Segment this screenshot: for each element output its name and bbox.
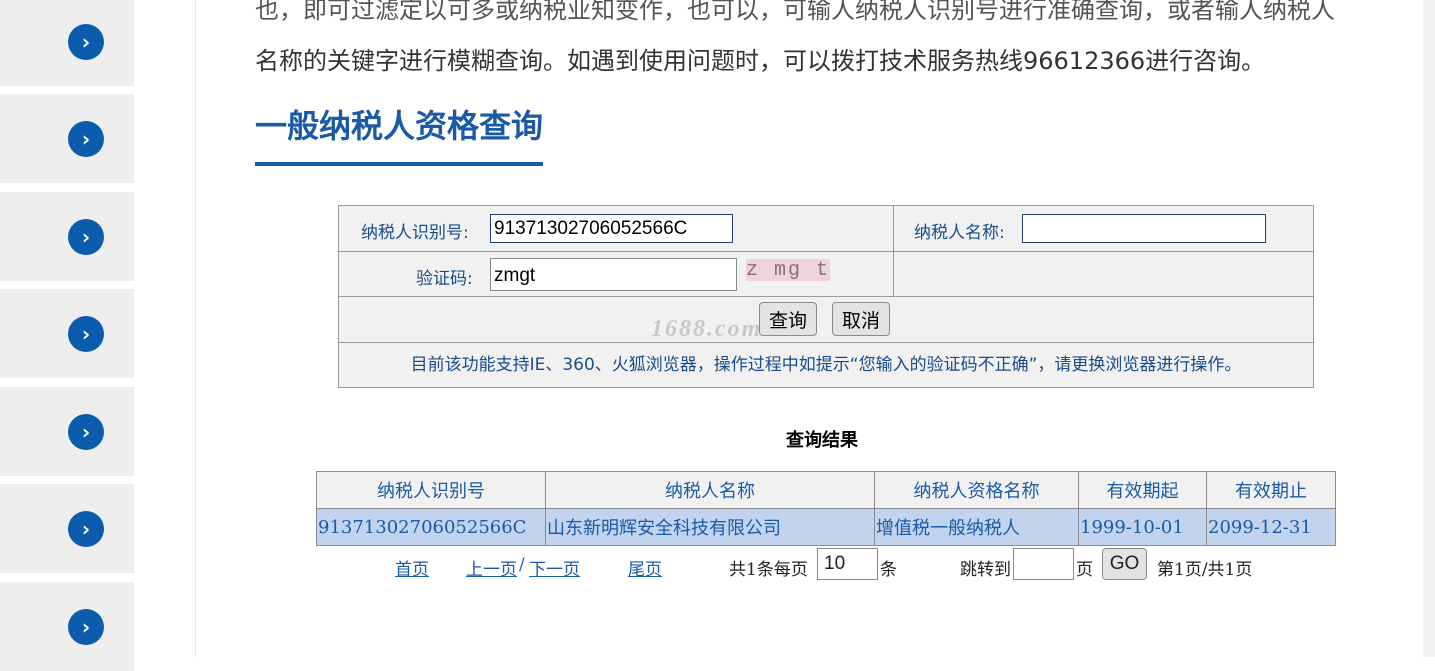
form-row-3 bbox=[339, 297, 1313, 343]
page-title: 一般纳税人资格查询 bbox=[255, 104, 544, 166]
column-header: 有效期止 bbox=[1206, 471, 1336, 509]
captcha-image[interactable]: z mg t bbox=[746, 259, 830, 282]
taxpayer-name-label: 纳税人名称: bbox=[914, 223, 1005, 243]
column-header: 纳税人资格名称 bbox=[874, 471, 1079, 509]
results-table: 纳税人识别号 纳税人名称 纳税人资格名称 有效期起 有效期止 913713027… bbox=[316, 471, 1336, 546]
intro-text: 也，即可过滤定以可多或纳税业知变作，也可以，可输人纳税人识别号进行准确查询，或者… bbox=[255, 0, 1420, 87]
chevron-right-icon[interactable]: › bbox=[68, 511, 104, 547]
query-button[interactable]: 查询 bbox=[759, 302, 817, 336]
next-page-link[interactable]: 下一页 bbox=[529, 555, 580, 580]
go-button[interactable]: GO bbox=[1102, 548, 1147, 580]
sidebar-item-4[interactable]: › bbox=[0, 289, 134, 378]
chevron-right-icon[interactable]: › bbox=[68, 219, 104, 255]
results-title: 查询结果 bbox=[786, 430, 858, 451]
chevron-right-icon[interactable]: › bbox=[68, 121, 104, 157]
table-row: 91371302706052566C 山东新明辉安全科技有限公司 增值税一般纳税… bbox=[316, 508, 1336, 546]
jump-page-input[interactable] bbox=[1013, 548, 1074, 580]
sidebar-item-1[interactable]: › bbox=[0, 0, 134, 86]
cell-taxpayer-name: 山东新明辉安全科技有限公司 bbox=[545, 508, 875, 546]
prev-page-link[interactable]: 上一页 bbox=[466, 555, 517, 580]
browser-support-note: 目前该功能支持IE、360、火狐浏览器，操作过程中如提示“您输入的验证码不正确”… bbox=[410, 355, 1242, 375]
jump-page-unit: 页 bbox=[1076, 560, 1093, 580]
chevron-right-icon[interactable]: › bbox=[68, 414, 104, 450]
captcha-input[interactable]: zmgt bbox=[490, 258, 737, 291]
pager-separator: / bbox=[519, 555, 525, 575]
intro-line-1: 也，即可过滤定以可多或纳税业知变作，也可以，可输人纳税人识别号进行准确查询，或者… bbox=[255, 0, 1335, 24]
chevron-right-icon[interactable]: › bbox=[68, 316, 104, 352]
cell-valid-from: 1999-10-01 bbox=[1078, 508, 1207, 546]
chevron-right-icon[interactable]: › bbox=[68, 24, 104, 60]
sidebar-item-7[interactable]: › bbox=[0, 582, 134, 671]
column-header: 纳税人识别号 bbox=[316, 471, 546, 509]
total-count-text: 共1条每页 bbox=[729, 560, 808, 580]
column-header: 有效期起 bbox=[1078, 471, 1207, 509]
sidebar-item-3[interactable]: › bbox=[0, 192, 134, 281]
table-header-row: 纳税人识别号 纳税人名称 纳税人资格名称 有效期起 有效期止 bbox=[316, 471, 1336, 509]
last-page-link[interactable]: 尾页 bbox=[628, 555, 662, 580]
page-status: 第1页/共1页 bbox=[1157, 560, 1253, 580]
column-header: 纳税人名称 bbox=[545, 471, 875, 509]
chevron-right-icon[interactable]: › bbox=[68, 609, 104, 645]
cell-taxpayer-id: 91371302706052566C bbox=[316, 508, 546, 546]
jump-label: 跳转到 bbox=[960, 560, 1011, 580]
cancel-button[interactable]: 取消 bbox=[832, 302, 890, 336]
cell-qualification: 增值税一般纳税人 bbox=[874, 508, 1079, 546]
captcha-label: 验证码: bbox=[416, 269, 473, 289]
taxpayer-id-label: 纳税人识别号: bbox=[361, 223, 469, 243]
pagination: 首页 上一页 / 下一页 尾页 共1条每页 10 条 跳转到 页 GO 第1页/… bbox=[0, 548, 1435, 582]
sidebar-item-5[interactable]: › bbox=[0, 387, 134, 476]
watermark: 1688.com bbox=[651, 316, 763, 342]
taxpayer-name-input[interactable] bbox=[1022, 214, 1266, 243]
cell-valid-to: 2099-12-31 bbox=[1206, 508, 1336, 546]
per-page-input[interactable]: 10 bbox=[817, 548, 878, 580]
per-page-unit: 条 bbox=[880, 560, 897, 580]
intro-line-2: 名称的关键字进行模糊查询。如遇到使用问题时，可以拨打技术服务热线96612366… bbox=[255, 47, 1266, 75]
first-page-link[interactable]: 首页 bbox=[395, 555, 429, 580]
sidebar-item-2[interactable]: › bbox=[0, 94, 134, 183]
form-row-2-right bbox=[894, 252, 1313, 297]
taxpayer-id-input[interactable]: 91371302706052566C bbox=[490, 214, 733, 243]
